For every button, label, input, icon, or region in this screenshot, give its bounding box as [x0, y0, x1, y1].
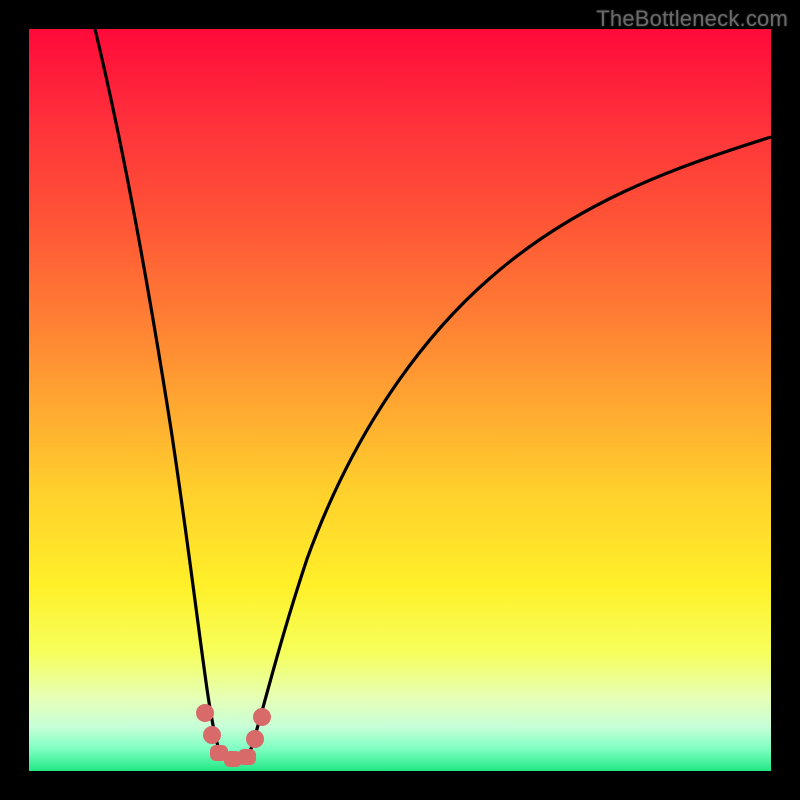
watermark-text: TheBottleneck.com [596, 6, 788, 32]
curve-floor [219, 749, 251, 761]
floor-markers [196, 704, 271, 767]
chart-frame: TheBottleneck.com [0, 0, 800, 800]
curve-layer [29, 29, 771, 771]
plot-area [29, 29, 771, 771]
curve-left-branch [95, 29, 219, 749]
curve-right-branch [251, 137, 771, 749]
